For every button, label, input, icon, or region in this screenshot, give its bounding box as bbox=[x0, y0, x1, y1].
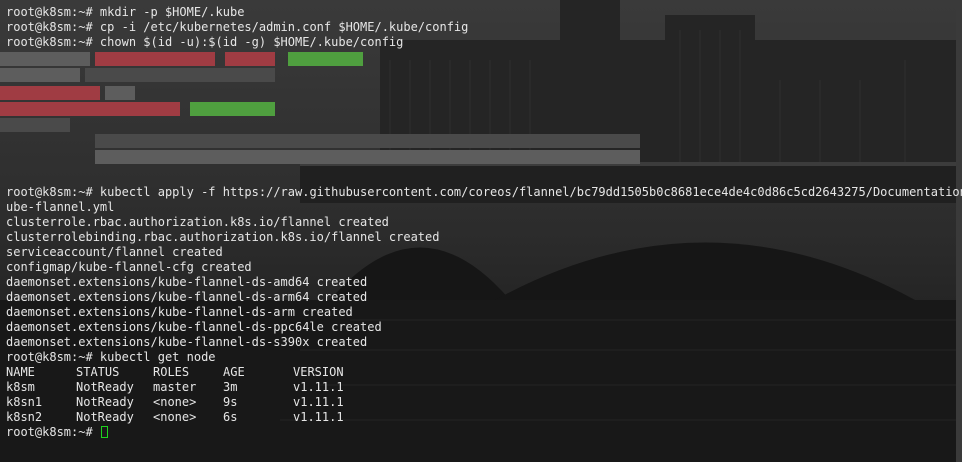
text-cursor[interactable] bbox=[100, 426, 108, 438]
node-roles: <none> bbox=[153, 395, 197, 409]
output-line: daemonset.extensions/kube-flannel-ds-s39… bbox=[6, 335, 368, 349]
node-roles: <none> bbox=[153, 410, 197, 424]
node-status: NotReady bbox=[76, 410, 134, 424]
output-line: clusterrole.rbac.authorization.k8s.io/fl… bbox=[6, 215, 389, 229]
column-header-age: AGE bbox=[223, 365, 245, 379]
node-status: NotReady bbox=[76, 395, 134, 409]
output-line: clusterrolebinding.rbac.authorization.k8… bbox=[6, 230, 440, 244]
terminal-window[interactable]: root@k8sm:~# mkdir -p $HOME/.kube root@k… bbox=[0, 0, 962, 462]
command-line-cp: root@k8sm:~# cp -i /etc/kubernetes/admin… bbox=[6, 20, 962, 35]
shell-prompt: root@k8sm:~# bbox=[6, 185, 93, 199]
node-name: k8sn2 bbox=[6, 410, 43, 424]
output-line: serviceaccount/flannel created bbox=[6, 245, 223, 259]
node-age: 3m bbox=[223, 380, 238, 394]
node-table-header: NAME STATUS ROLES AGE VERSION bbox=[6, 365, 962, 380]
node-version: v1.11.1 bbox=[293, 380, 344, 394]
shell-prompt: root@k8sm:~# bbox=[6, 350, 93, 364]
column-header-version: VERSION bbox=[293, 365, 344, 379]
command-line-active[interactable]: root@k8sm:~# bbox=[6, 425, 962, 440]
output-line: daemonset.extensions/kube-flannel-ds-ppc… bbox=[6, 320, 382, 334]
command-text: mkdir -p $HOME/.kube bbox=[92, 5, 245, 19]
node-age: 6s bbox=[223, 410, 238, 424]
node-status: NotReady bbox=[76, 380, 134, 394]
output-line: configmap/kube-flannel-cfg created bbox=[6, 260, 252, 274]
command-continuation: ube-flannel.yml bbox=[6, 200, 115, 214]
shell-prompt: root@k8sm:~# bbox=[6, 5, 93, 19]
table-row: k8sm NotReady master 3m v1.11.1 bbox=[6, 380, 962, 395]
table-row: k8sn1 NotReady <none> 9s v1.11.1 bbox=[6, 395, 962, 410]
node-version: v1.11.1 bbox=[293, 395, 344, 409]
command-line-kubectl-get-node: root@k8sm:~# kubectl get node bbox=[6, 350, 962, 365]
column-header-roles: ROLES bbox=[153, 365, 190, 379]
node-version: v1.11.1 bbox=[293, 410, 344, 424]
output-line: daemonset.extensions/kube-flannel-ds-arm… bbox=[6, 305, 353, 319]
output-line: daemonset.extensions/kube-flannel-ds-amd… bbox=[6, 275, 368, 289]
node-age: 9s bbox=[223, 395, 238, 409]
command-line-kubectl-apply: root@k8sm:~# kubectl apply -f https://ra… bbox=[6, 185, 962, 200]
column-header-name: NAME bbox=[6, 365, 35, 379]
command-text: kubectl apply -f https://raw.githubuserc… bbox=[92, 185, 962, 199]
command-text: kubectl get node bbox=[92, 350, 216, 364]
redacted-spacer bbox=[6, 50, 962, 185]
shell-prompt: root@k8sm:~# bbox=[6, 425, 93, 439]
node-name: k8sn1 bbox=[6, 395, 43, 409]
command-line-chown: root@k8sm:~# chown $(id -u):$(id -g) $HO… bbox=[6, 35, 962, 50]
shell-prompt: root@k8sm:~# bbox=[6, 20, 93, 34]
command-text: cp -i /etc/kubernetes/admin.conf $HOME/.… bbox=[92, 20, 469, 34]
node-name: k8sm bbox=[6, 380, 35, 394]
node-roles: master bbox=[153, 380, 197, 394]
command-line-mkdir: root@k8sm:~# mkdir -p $HOME/.kube bbox=[6, 5, 962, 20]
shell-prompt: root@k8sm:~# bbox=[6, 35, 93, 49]
output-line: daemonset.extensions/kube-flannel-ds-arm… bbox=[6, 290, 368, 304]
table-row: k8sn2 NotReady <none> 6s v1.11.1 bbox=[6, 410, 962, 425]
column-header-status: STATUS bbox=[76, 365, 120, 379]
command-text: chown $(id -u):$(id -g) $HOME/.kube/conf… bbox=[92, 35, 404, 49]
